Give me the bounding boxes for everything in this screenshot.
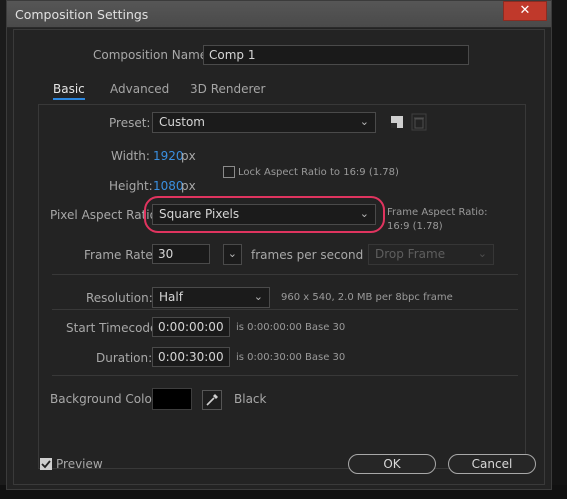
cancel-button[interactable]: Cancel <box>448 454 536 474</box>
preview-label: Preview <box>56 457 103 471</box>
preset-value: Custom <box>159 115 205 129</box>
resolution-info: 960 x 540, 2.0 MB per 8bpc frame <box>281 292 453 303</box>
comp-name-input[interactable]: Comp 1 <box>203 45 469 65</box>
frame-rate-input[interactable]: 30 <box>152 244 210 264</box>
preview-checkbox[interactable] <box>40 458 52 470</box>
close-button[interactable]: ✕ <box>503 1 547 21</box>
background-color-label: Background Color: <box>50 392 161 406</box>
preset-label: Preset: <box>109 116 151 130</box>
tab-basic[interactable]: Basic <box>53 82 85 96</box>
title-bar[interactable]: Composition Settings ✕ <box>7 1 551 28</box>
start-timecode-label: Start Timecode: <box>66 321 162 335</box>
duration-info: is 0:00:30:00 Base 30 <box>236 352 346 363</box>
resolution-value: Half <box>159 290 183 304</box>
tab-3d-renderer[interactable]: 3D Renderer <box>190 82 265 96</box>
duration-label: Duration: <box>96 351 153 365</box>
frame-rate-suffix: frames per second <box>251 248 364 262</box>
duration-input[interactable]: 0:00:30:00 <box>152 347 230 367</box>
width-label: Width: <box>111 149 150 163</box>
width-value[interactable]: 1920 <box>153 149 184 163</box>
start-timecode-input[interactable]: 0:00:00:00 <box>152 317 230 337</box>
chevron-down-icon: ⌄ <box>477 247 487 260</box>
lock-aspect-checkbox[interactable] <box>223 166 235 178</box>
chevron-down-icon: ⌄ <box>227 247 237 260</box>
comp-name-label: Composition Name: <box>93 48 212 62</box>
chevron-down-icon: ⌄ <box>359 115 369 128</box>
ok-button[interactable]: OK <box>348 454 436 474</box>
chevron-down-icon: ⌄ <box>253 290 263 303</box>
frame-rate-dropdown[interactable]: ⌄ <box>223 244 242 265</box>
dialog-content: Composition Name: Comp 1 Basic Advanced … <box>13 29 545 485</box>
width-unit: px <box>181 149 196 163</box>
section-divider <box>52 309 518 310</box>
delete-preset-icon[interactable] <box>410 113 428 131</box>
eyedropper-icon[interactable] <box>202 390 222 410</box>
preset-dropdown[interactable]: Custom ⌄ <box>152 112 376 133</box>
window-title: Composition Settings <box>15 7 149 22</box>
active-tab-indicator <box>53 98 85 100</box>
tab-advanced[interactable]: Advanced <box>110 82 169 96</box>
section-divider <box>52 274 518 275</box>
start-timecode-info: is 0:00:00:00 Base 30 <box>236 322 346 333</box>
background-color-swatch[interactable] <box>152 388 192 410</box>
save-preset-icon[interactable] <box>388 113 406 131</box>
close-icon: ✕ <box>519 3 531 18</box>
height-unit: px <box>181 179 196 193</box>
background-color-name: Black <box>234 392 267 406</box>
height-value[interactable]: 1080 <box>153 179 184 193</box>
height-label: Height: <box>109 179 153 193</box>
drop-frame-value: Drop Frame <box>375 247 446 261</box>
resolution-label: Resolution: <box>86 291 153 305</box>
frame-aspect-label: Frame Aspect Ratio: <box>387 207 488 218</box>
section-divider <box>52 375 518 376</box>
composition-settings-dialog: Composition Settings ✕ Composition Name:… <box>6 0 552 490</box>
lock-aspect-label: Lock Aspect Ratio to 16:9 (1.78) <box>238 167 399 178</box>
drop-frame-dropdown: Drop Frame ⌄ <box>368 244 494 265</box>
annotation-highlight <box>144 196 385 233</box>
resolution-dropdown[interactable]: Half ⌄ <box>152 287 270 308</box>
frame-rate-label: Frame Rate: <box>84 248 157 262</box>
frame-aspect-value: 16:9 (1.78) <box>387 221 443 232</box>
